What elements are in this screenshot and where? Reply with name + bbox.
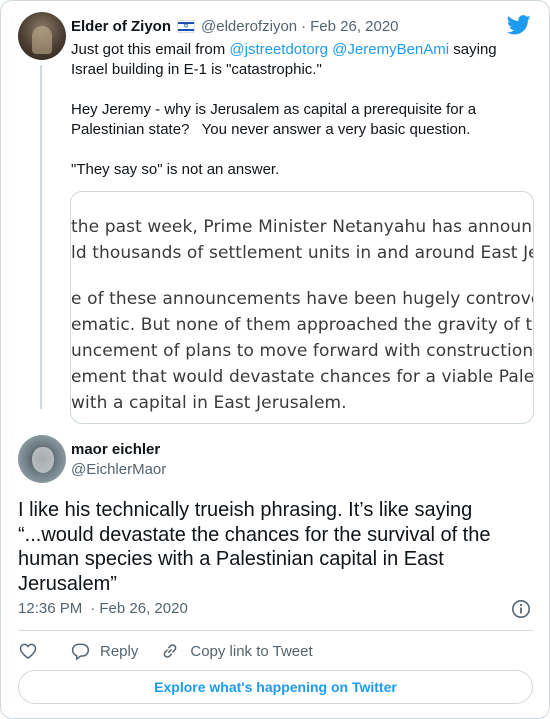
embedded-tweet-card: Elder of Ziyon ✡ @elderofziyon · Feb 26,… xyxy=(0,0,550,719)
heart-icon xyxy=(19,643,37,659)
info-icon[interactable] xyxy=(511,599,531,619)
tweet1-line1: Just got this email from @jstreetdotorg … xyxy=(71,40,531,60)
separator-dot: · xyxy=(301,17,307,35)
explore-twitter-button[interactable]: Explore what's happening on Twitter xyxy=(18,670,533,704)
author-handle[interactable]: @elderofziyon xyxy=(201,18,297,35)
tweet-timestamp[interactable]: 12:36 PM · Feb 26, 2020 xyxy=(18,600,188,617)
image-text-line: ld thousands of settlement units in and … xyxy=(71,243,534,263)
reply-label: Reply xyxy=(100,642,139,660)
tweet1-header: Elder of Ziyon ✡ @elderofziyon · Feb 26,… xyxy=(71,16,399,36)
tweet-date[interactable]: Feb 26, 2020 xyxy=(99,600,187,617)
tweet-actions: Reply Copy link to Tweet xyxy=(18,639,313,663)
author-name[interactable]: Elder of Ziyon xyxy=(71,18,171,35)
image-text-line: the past week, Prime Minister Netanyahu … xyxy=(71,217,534,237)
tweet-time[interactable]: 12:36 PM xyxy=(18,600,82,617)
author-handle[interactable]: @EichlerMaor xyxy=(71,461,166,478)
divider xyxy=(18,630,533,631)
twitter-bird-icon[interactable] xyxy=(507,15,531,35)
tweet2-header: maor eichler @EichlerMaor xyxy=(71,441,166,478)
avatar-figure xyxy=(32,26,52,54)
reply-icon xyxy=(71,643,90,661)
avatar-figure xyxy=(32,447,54,473)
copy-link-label: Copy link to Tweet xyxy=(190,642,313,660)
tweet1-paragraph2-line2: Palestinian state? You never answer a ve… xyxy=(71,121,471,138)
thread-connector-line xyxy=(40,65,42,409)
copy-link-button[interactable]: Copy link to Tweet xyxy=(160,641,313,661)
image-text-line: with a capital in East Jerusalem. xyxy=(71,393,347,413)
tweet-text-segment: Just got this email from xyxy=(71,41,230,58)
avatar[interactable] xyxy=(18,12,66,60)
mention-link[interactable]: @jstreetdotorg xyxy=(229,41,328,58)
author-name[interactable]: maor eichler xyxy=(71,441,166,458)
image-text-line: ematic. But none of them approached the … xyxy=(71,315,534,335)
tweet1-line2: Israel building in E-1 is "catastrophic.… xyxy=(71,61,322,78)
image-text-line: uncement of plans to move forward with c… xyxy=(71,341,534,361)
mention-link[interactable]: @JeremyBenAmi xyxy=(332,41,449,58)
like-button[interactable] xyxy=(18,641,38,661)
separator-dot: · xyxy=(90,600,96,617)
tweet1-text: Just got this email from @jstreetdotorg … xyxy=(71,40,531,180)
tweet2-text: I like his technically trueish phrasing.… xyxy=(18,499,491,595)
attached-image[interactable]: the past week, Prime Minister Netanyahu … xyxy=(70,191,534,424)
image-text-line: ement that would devastate chances for a… xyxy=(71,367,534,387)
tweet1-paragraph2-line1: Hey Jeremy - why is Jerusalem as capital… xyxy=(71,101,477,118)
image-text-line: e of these announcements have been hugel… xyxy=(71,289,534,309)
link-icon xyxy=(164,644,177,658)
reply-button[interactable]: Reply xyxy=(70,641,138,661)
avatar[interactable] xyxy=(18,435,66,483)
israel-flag-icon: ✡ xyxy=(177,19,196,33)
tweet1-paragraph3: "They say so" is not an answer. xyxy=(71,161,280,178)
tweet-date[interactable]: Feb 26, 2020 xyxy=(310,18,398,35)
tweet-text-segment: saying xyxy=(449,41,497,58)
